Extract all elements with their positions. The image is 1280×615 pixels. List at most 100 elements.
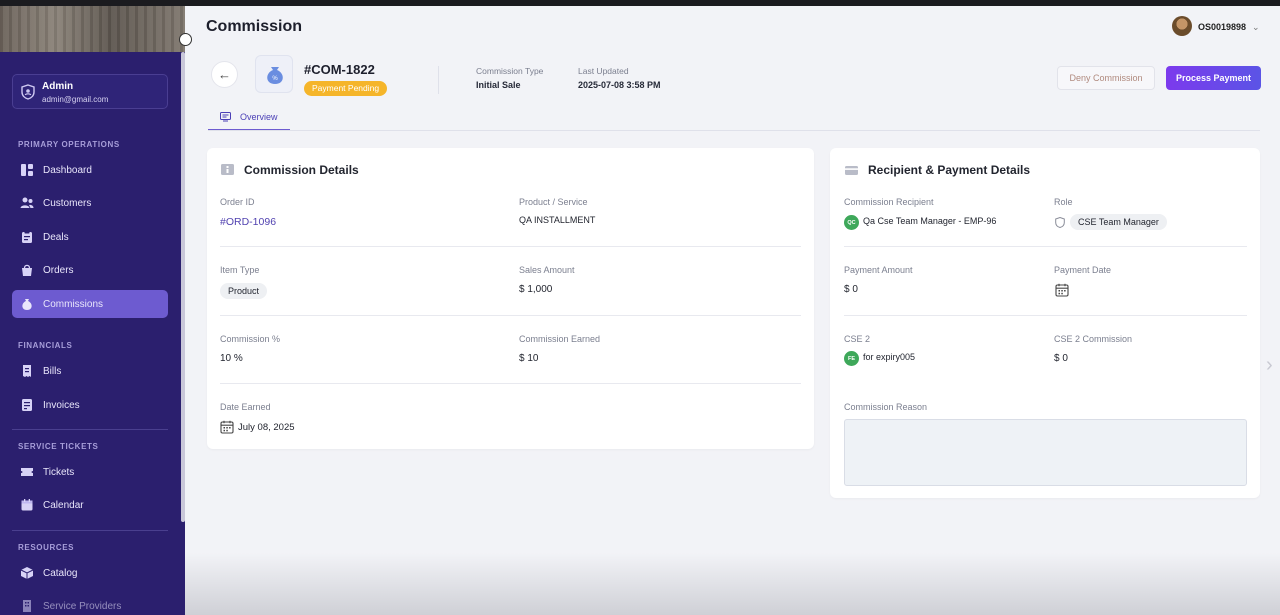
commission-id: #COM-1822 — [304, 62, 375, 77]
sidebar-divider — [12, 530, 168, 531]
money-bag-icon: % — [267, 67, 283, 84]
tab-label: Overview — [240, 111, 278, 122]
invoice-icon — [22, 399, 32, 411]
commission-reason-textarea[interactable] — [844, 419, 1247, 486]
sidebar-item-label: Commissions — [43, 298, 104, 310]
recipient-avatar: QC — [844, 215, 859, 230]
item-type-chip: Product — [220, 283, 268, 299]
sidebar-item-deals[interactable]: Deals — [12, 223, 168, 251]
sidebar-collapse-toggle[interactable] — [179, 33, 192, 46]
monitor-icon — [220, 111, 231, 121]
admin-name: Admin — [42, 81, 74, 92]
sidebar-item-label: Orders — [43, 264, 74, 276]
product-value: QA INSTALLMENT — [519, 215, 596, 225]
date-earned-value: July 08, 2025 — [238, 422, 295, 433]
shield-icon — [1055, 217, 1065, 228]
sidebar-item-customers[interactable]: Customers — [12, 189, 168, 217]
sidebar-item-service-providers[interactable]: Service Providers — [12, 592, 168, 615]
calendar-icon — [220, 420, 234, 434]
arrow-left-icon: ← — [218, 67, 231, 82]
payment-amount-value: $ 0 — [844, 284, 858, 295]
sidebar-item-label: Catalog — [43, 567, 78, 579]
sidebar-item-label: Invoices — [43, 399, 80, 411]
calendar-icon — [21, 499, 33, 511]
cse2-label: CSE 2 — [844, 334, 871, 344]
shield-icon — [21, 84, 35, 100]
row-divider — [844, 246, 1247, 247]
order-id-link[interactable]: #ORD-1096 — [220, 216, 276, 228]
sidebar-item-invoices[interactable]: Invoices — [12, 391, 168, 419]
money-bag-icon — [22, 299, 32, 310]
calendar-icon[interactable] — [1055, 283, 1069, 297]
sidebar-item-orders[interactable]: Orders — [12, 256, 168, 284]
payment-date-label: Payment Date — [1054, 265, 1112, 275]
sidebar-scrollbar[interactable] — [181, 52, 185, 522]
box-icon — [20, 567, 34, 579]
sidebar-item-label: Bills — [43, 365, 62, 377]
orders-icon — [22, 264, 32, 276]
commission-type-label: Commission Type — [476, 66, 544, 76]
card-title: Commission Details — [244, 163, 359, 177]
sidebar-banner-image — [0, 6, 185, 52]
order-id-label: Order ID — [220, 197, 255, 207]
chevron-right-icon[interactable]: › — [1266, 354, 1273, 377]
bottom-shade — [185, 553, 1280, 615]
avatar[interactable] — [1172, 16, 1192, 36]
row-divider — [220, 315, 801, 316]
top-strip — [0, 0, 1280, 6]
sidebar-item-calendar[interactable]: Calendar — [12, 491, 168, 519]
product-label: Product / Service — [519, 197, 588, 207]
sidebar-item-tickets[interactable]: Tickets — [12, 458, 168, 486]
item-type-label: Item Type — [220, 265, 260, 275]
section-title-primary: PRIMARY OPERATIONS — [18, 140, 120, 149]
cse2-commission-value: $ 0 — [1054, 353, 1068, 364]
sidebar-item-label: Dashboard — [43, 164, 92, 176]
commission-percent-value: 10 % — [220, 353, 243, 364]
page-title: Commission — [206, 18, 303, 35]
section-title-service-tickets: SERVICE TICKETS — [18, 442, 99, 451]
sidebar-item-label: Calendar — [43, 499, 84, 511]
sidebar-item-label: Deals — [43, 231, 69, 243]
date-earned-label: Date Earned — [220, 402, 271, 412]
tab-overview[interactable]: Overview — [208, 104, 290, 131]
sidebar-item-commissions[interactable]: Commissions — [12, 290, 168, 318]
chevron-down-icon[interactable]: ⌄ — [1252, 22, 1260, 33]
dashboard-icon — [21, 164, 33, 176]
svg-text:%: % — [272, 76, 278, 82]
commission-details-card: Commission Details Order ID #ORD-1096 Pr… — [207, 148, 814, 449]
role-label: Role — [1054, 197, 1073, 207]
sidebar-item-dashboard[interactable]: Dashboard — [12, 156, 168, 184]
sidebar-item-bills[interactable]: Bills — [12, 357, 168, 385]
clipboard-icon — [22, 231, 32, 243]
process-payment-button[interactable]: Process Payment — [1166, 66, 1261, 90]
back-button[interactable]: ← — [211, 61, 238, 88]
commission-recipient-label: Commission Recipient — [844, 197, 934, 207]
sidebar-item-label: Customers — [43, 197, 92, 209]
section-title-resources: RESOURCES — [18, 543, 75, 552]
info-card-icon — [221, 164, 234, 175]
card-title: Recipient & Payment Details — [868, 163, 1031, 177]
tab-underline-rule — [208, 130, 1260, 131]
credit-card-icon — [845, 166, 858, 175]
sales-amount-label: Sales Amount — [519, 265, 575, 275]
cse2-value: for expiry005 — [863, 352, 916, 362]
payment-amount-label: Payment Amount — [844, 265, 913, 275]
cse2-avatar: FE — [844, 351, 859, 366]
last-updated-value: 2025-07-08 3:58 PM — [578, 80, 661, 90]
commission-earned-value: $ 10 — [519, 353, 539, 364]
sidebar-item-catalog[interactable]: Catalog — [12, 559, 168, 587]
sales-amount-value: $ 1,000 — [519, 284, 553, 295]
commission-recipient-value: Qa Cse Team Manager - EMP-96 — [863, 216, 997, 226]
commission-icon-box: % — [255, 55, 293, 93]
sidebar-item-label: Tickets — [43, 466, 75, 478]
commission-percent-label: Commission % — [220, 334, 281, 344]
admin-profile-card[interactable]: Admin admin@gmail.com — [12, 74, 168, 109]
user-name[interactable]: OS0019898 — [1198, 22, 1246, 32]
bill-icon — [23, 365, 31, 377]
section-title-financials: FINANCIALS — [18, 341, 73, 350]
commission-earned-label: Commission Earned — [519, 334, 601, 344]
admin-email: admin@gmail.com — [42, 95, 109, 104]
last-updated-label: Last Updated — [578, 66, 629, 76]
deny-commission-button[interactable]: Deny Commission — [1057, 66, 1155, 90]
building-icon — [23, 600, 31, 612]
